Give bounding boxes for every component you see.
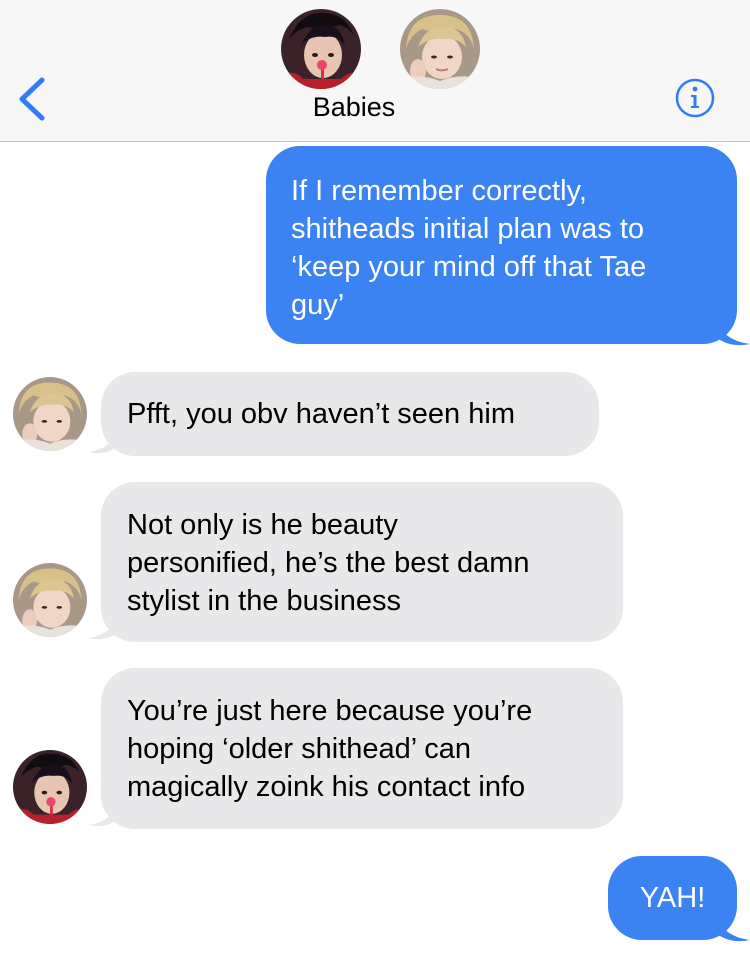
bubble-tail-outgoing [717,914,750,942]
info-button[interactable] [675,78,715,118]
info-icon [675,78,715,118]
message-line: hoping ‘older shithead’ can [127,733,471,765]
sender-avatar-blonde[interactable] [13,377,87,451]
message-line: ‘keep your mind off that Tae [291,251,647,283]
message-bubble-incoming[interactable]: Pfft, you obv haven’t seen him [101,372,599,456]
message-line: You’re just here because you’re [127,695,533,727]
sender-avatar-dark[interactable] [13,750,87,824]
message-line: stylist in the business [127,585,402,617]
message-bubble-outgoing[interactable]: If I remember correctly, shitheads initi… [266,146,737,344]
message-line: shitheads initial plan was to [291,213,645,245]
message-line: personified, he’s the best damn [127,547,530,579]
bubble-tail-outgoing [717,318,750,346]
group-avatar-dark[interactable] [281,9,361,89]
message-line: If I remember correctly, [291,175,587,207]
message-line: guy’ [291,289,345,321]
message-bubble-incoming[interactable]: You’re just here because you’re hoping ‘… [101,668,623,829]
conversation-title: Babies [312,92,396,122]
message-line: Pfft, you obv haven’t seen him [127,398,515,430]
sender-avatar-blonde[interactable] [13,563,87,637]
message-line: Not only is he beauty [127,509,398,541]
conversation-header: Babies [0,0,750,142]
group-avatar-blonde[interactable] [400,9,480,89]
message-bubble-incoming[interactable]: Not only is he beauty personified, he’s … [101,482,623,642]
message-line: YAH! [639,882,706,914]
message-line: magically zoink his contact info [127,771,526,803]
